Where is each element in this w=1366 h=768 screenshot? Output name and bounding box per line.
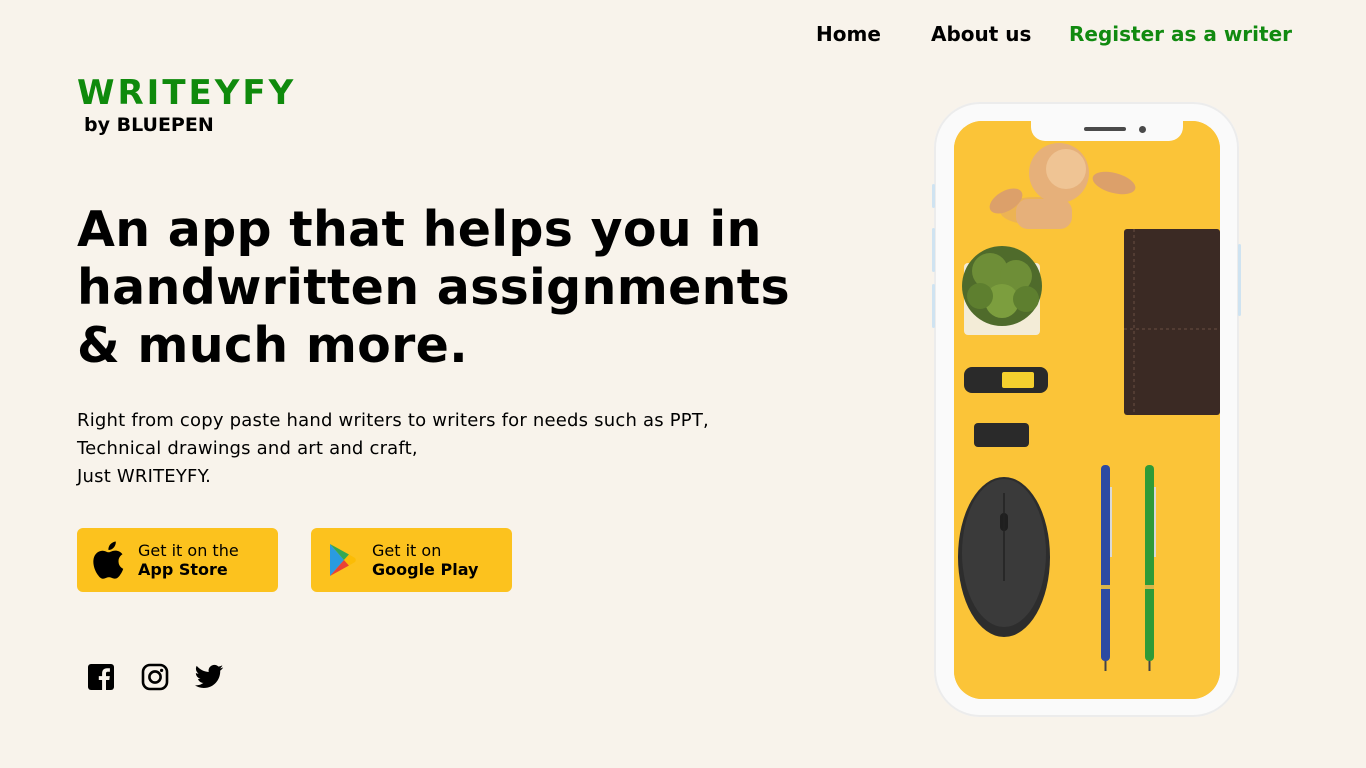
hero-description: Right from copy paste hand writers to wr… <box>77 407 709 491</box>
phone-side-button <box>1238 244 1241 316</box>
nav-register-link[interactable]: Register as a writer <box>1069 20 1292 48</box>
app-store-button[interactable]: Get it on the App Store <box>77 528 278 592</box>
app-store-text: Get it on the App Store <box>138 541 239 579</box>
phone-side-button <box>932 284 935 328</box>
top-nav: Home About us Register as a writer <box>0 20 1366 48</box>
instagram-icon[interactable] <box>140 662 170 692</box>
phone-screen-image <box>954 121 1220 699</box>
description-line: Right from copy paste hand writers to wr… <box>77 410 709 431</box>
description-line: Just WRITEYFY. <box>77 466 212 487</box>
google-play-text: Get it on Google Play <box>372 541 478 579</box>
google-play-icon <box>325 540 359 580</box>
landing-page: Home About us Register as a writer WRITE… <box>0 0 1366 768</box>
phone-side-button <box>932 184 935 208</box>
description-line: Technical drawings and art and craft, <box>77 438 418 459</box>
nav-about-link[interactable]: About us <box>931 20 1031 48</box>
phone-speaker <box>1084 127 1126 131</box>
apple-icon <box>91 540 125 580</box>
phone-notch <box>1031 121 1183 141</box>
brand-logo[interactable]: WRITEYFY by BLUEPEN <box>77 74 296 138</box>
brand-title: WRITEYFY <box>77 73 297 113</box>
facebook-icon[interactable] <box>86 662 116 692</box>
headline-line: & much more. <box>77 317 469 374</box>
headline-line: An app that helps you in <box>77 201 762 258</box>
phone-camera <box>1139 126 1146 133</box>
brand-subtitle: by BLUEPEN <box>84 114 214 136</box>
google-play-line1: Get it on <box>372 541 442 560</box>
app-store-line2: App Store <box>138 560 228 579</box>
google-play-button[interactable]: Get it on Google Play <box>311 528 512 592</box>
google-play-line2: Google Play <box>372 560 479 579</box>
app-store-line1: Get it on the <box>138 541 239 560</box>
nav-home-link[interactable]: Home <box>816 20 881 48</box>
phone-side-button <box>932 228 935 272</box>
headline-line: handwritten assignments <box>77 259 790 316</box>
hero-headline: An app that helps you in handwritten ass… <box>77 201 837 375</box>
twitter-icon[interactable] <box>194 662 224 692</box>
social-links <box>86 662 248 692</box>
phone-mockup <box>932 102 1241 717</box>
